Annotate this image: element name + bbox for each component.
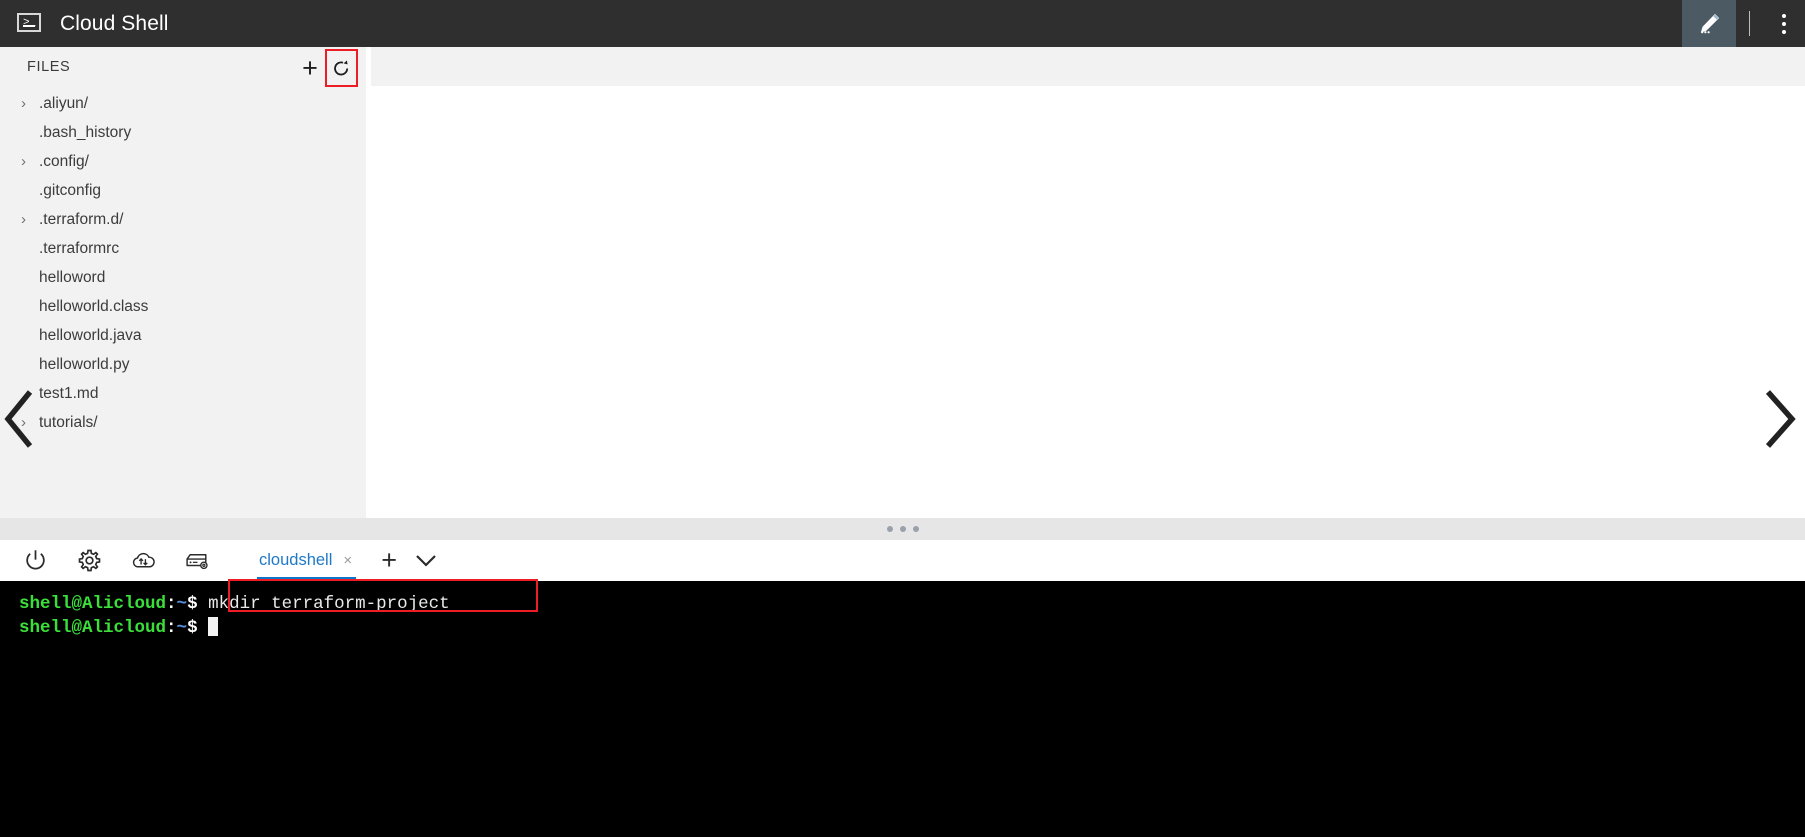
- editor-tab-strip: [371, 47, 1805, 86]
- cloud-shell-window: >_ Cloud Shell FILES + › .aliyun/ .bash_…: [0, 0, 1805, 837]
- terminal-cursor: [208, 617, 219, 636]
- file-tree-item[interactable]: ›.gitconfig: [0, 176, 366, 205]
- files-header: FILES +: [0, 47, 366, 87]
- page-title: Cloud Shell: [60, 11, 169, 35]
- file-tree-item-label: test1.md: [39, 384, 99, 402]
- file-tree-item-label: .gitconfig: [39, 181, 102, 199]
- terminal-prompt-path: ~: [176, 594, 188, 614]
- file-tree: ›.aliyun/›.bash_history›.config/›.gitcon…: [0, 87, 366, 437]
- terminal-prompt-dollar: $: [187, 594, 198, 614]
- tab-label: cloudshell: [259, 551, 333, 569]
- file-tree-item[interactable]: › .terraform.d/: [0, 205, 366, 234]
- terminal-command-text: [198, 618, 209, 638]
- file-tree-item-label: .config/: [39, 152, 89, 170]
- storage-config-icon[interactable]: [170, 540, 224, 581]
- editor-pane[interactable]: [366, 47, 1805, 518]
- terminal-prompt-dollar: $: [187, 618, 198, 638]
- file-tree-item-label: .terraform.d/: [39, 210, 124, 228]
- file-tree-item[interactable]: ›test1.md: [0, 379, 366, 408]
- tab-cloudshell[interactable]: cloudshell ×: [257, 540, 357, 581]
- kebab-menu-icon[interactable]: [1763, 0, 1805, 47]
- file-tree-item-label: helloword: [39, 268, 106, 286]
- title-bar: >_ Cloud Shell: [0, 0, 1805, 47]
- refresh-icon[interactable]: [325, 49, 358, 87]
- file-tree-item[interactable]: ›helloworld.py: [0, 350, 366, 379]
- cloud-transfer-icon[interactable]: [116, 540, 170, 581]
- file-tree-item[interactable]: ›helloworld.class: [0, 292, 366, 321]
- file-tree-item-label: .terraformrc: [39, 239, 120, 257]
- files-sidebar: FILES + ›.aliyun/›.bash_history›.config/…: [0, 47, 366, 518]
- toolbar-divider: [1749, 11, 1750, 36]
- chevron-right-icon[interactable]: ›: [21, 154, 39, 169]
- terminal-tabs: cloudshell × +: [257, 540, 444, 581]
- title-bar-actions: [1682, 0, 1805, 47]
- file-tree-item-label: helloworld.py: [39, 355, 130, 373]
- file-tree-item[interactable]: › .aliyun/: [0, 89, 366, 118]
- terminal-console-icon: >_: [17, 13, 43, 34]
- files-header-label: FILES: [27, 59, 71, 75]
- file-tree-item-label: helloworld.class: [39, 297, 149, 315]
- chevron-left-icon[interactable]: [2, 388, 36, 450]
- file-tree-item-label: tutorials/: [39, 413, 98, 431]
- plus-icon[interactable]: +: [295, 50, 325, 86]
- chevron-right-icon[interactable]: [1762, 388, 1802, 450]
- terminal-line: shell@Alicloud:~$ mkdir terraform-projec…: [0, 592, 1805, 616]
- close-icon[interactable]: ×: [343, 553, 352, 568]
- file-tree-item-label: .bash_history: [39, 123, 132, 141]
- file-tree-item[interactable]: ›helloword: [0, 263, 366, 292]
- chevron-right-icon[interactable]: ›: [21, 212, 39, 227]
- file-tree-item[interactable]: › tutorials/: [0, 408, 366, 437]
- terminal-prompt-user: shell@Alicloud: [19, 594, 167, 614]
- file-tree-item[interactable]: ›.bash_history: [0, 118, 366, 147]
- terminal-prompt-user: shell@Alicloud: [19, 618, 167, 638]
- file-tree-item-label: helloworld.java: [39, 326, 142, 344]
- terminal-output[interactable]: shell@Alicloud:~$ mkdir terraform-projec…: [0, 581, 1805, 837]
- chevron-right-icon[interactable]: ›: [21, 96, 39, 111]
- terminal-prompt-colon: :: [166, 618, 177, 638]
- shell-toolbar: cloudshell × +: [0, 540, 1805, 581]
- settings-gear-icon[interactable]: [62, 540, 116, 581]
- pencil-edit-icon[interactable]: [1682, 0, 1736, 47]
- terminal-line: shell@Alicloud:~$: [0, 616, 1805, 640]
- file-tree-item[interactable]: ›.terraformrc: [0, 234, 366, 263]
- plus-icon[interactable]: +: [370, 540, 408, 581]
- terminal-command-text: mkdir terraform-project: [197, 594, 450, 614]
- terminal-prompt-colon: :: [166, 594, 177, 614]
- file-tree-item[interactable]: › .config/: [0, 147, 366, 176]
- file-tree-item[interactable]: ›helloworld.java: [0, 321, 366, 350]
- file-tree-item-label: .aliyun/: [39, 94, 89, 112]
- power-icon[interactable]: [8, 540, 62, 581]
- files-header-actions: +: [295, 49, 358, 87]
- terminal-prompt-path: ~: [176, 618, 188, 638]
- chevron-down-icon[interactable]: [408, 540, 444, 581]
- drag-handle-dots-icon[interactable]: [0, 518, 1805, 540]
